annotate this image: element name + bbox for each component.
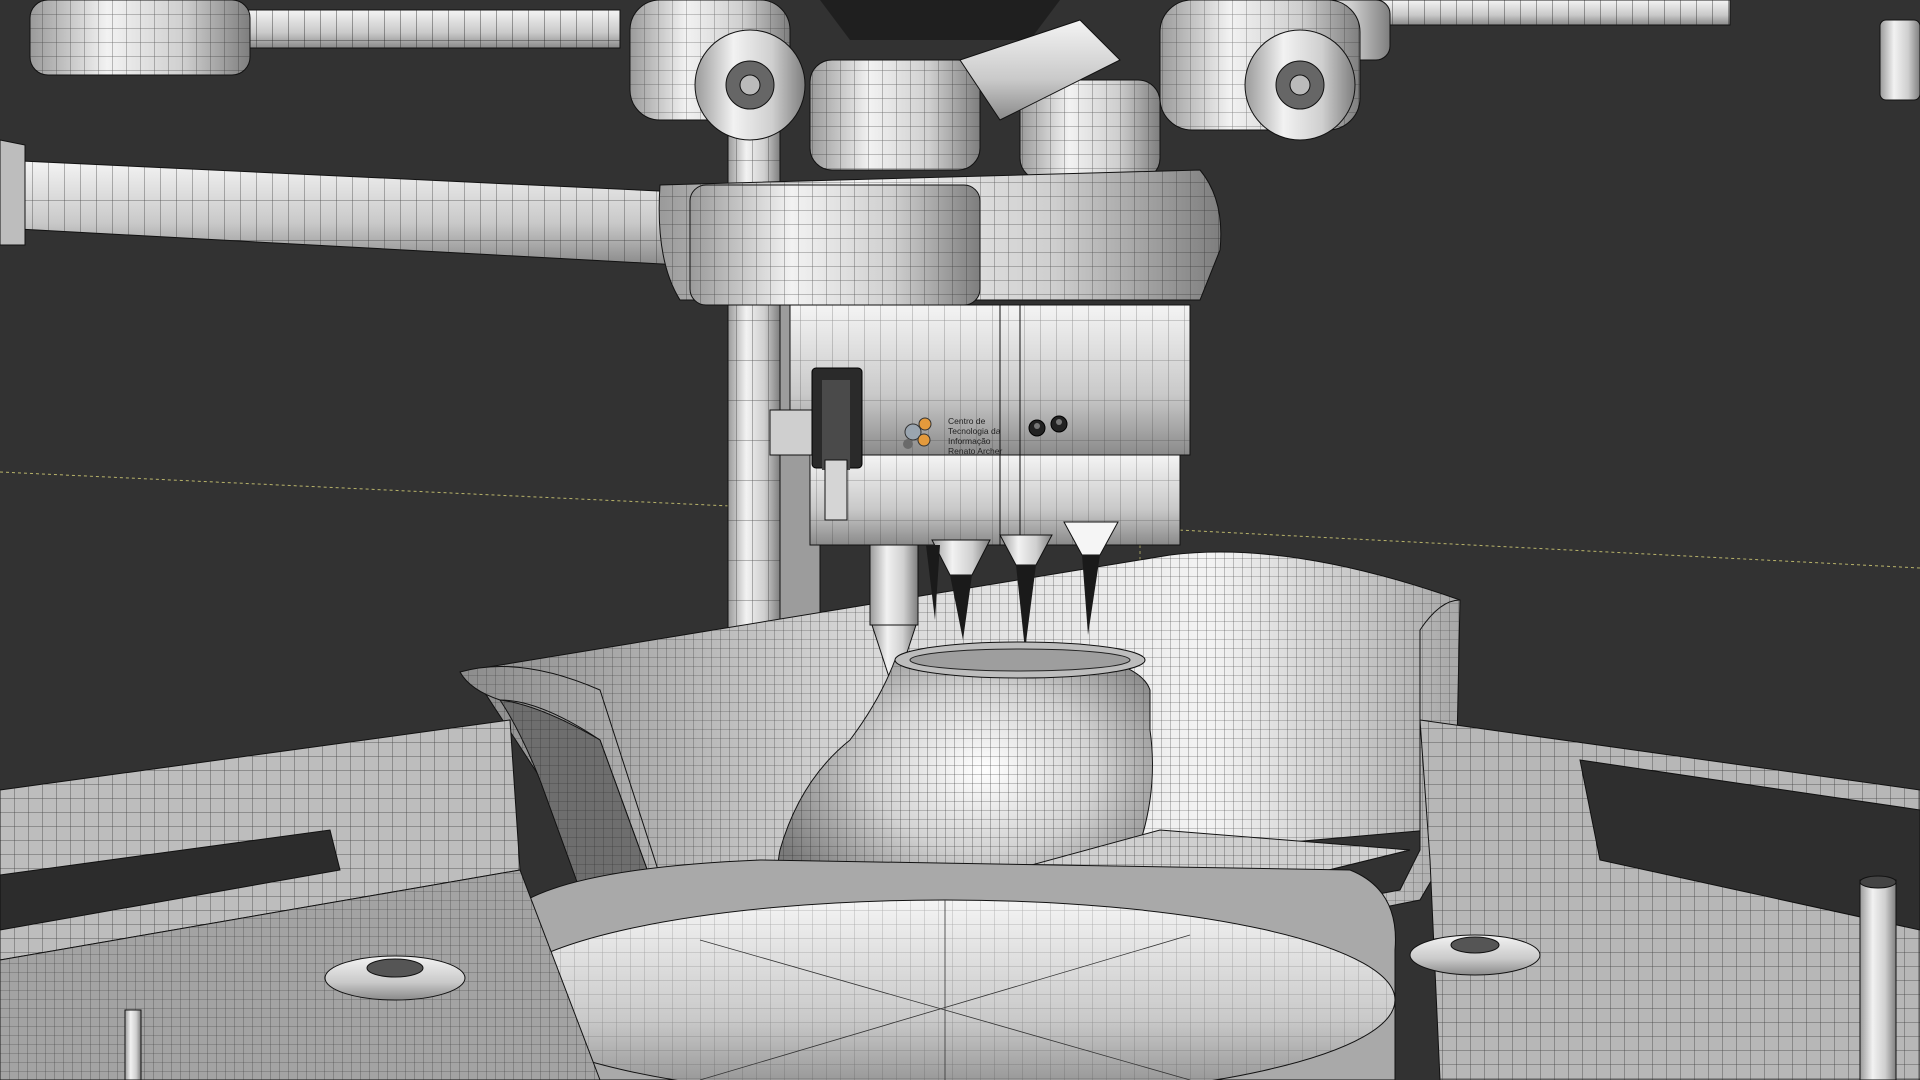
base-frame-right [1409, 719, 1920, 1080]
base-frame-left [0, 719, 601, 1080]
logo-line-3: Informação [948, 436, 991, 446]
logo-line-4: Renato Archer [948, 446, 1003, 456]
left-guide-rod[interactable] [0, 139, 681, 266]
logo-line-2: Tecnologia da [948, 426, 1001, 436]
scene-canvas[interactable]: Centro de Tecnologia da Informação Renat… [0, 0, 1920, 1080]
logo-line-1: Centro de [948, 416, 986, 426]
rotating-platform[interactable] [494, 859, 1396, 1080]
3d-viewport[interactable]: Centro de Tecnologia da Informação Renat… [0, 0, 1920, 1080]
